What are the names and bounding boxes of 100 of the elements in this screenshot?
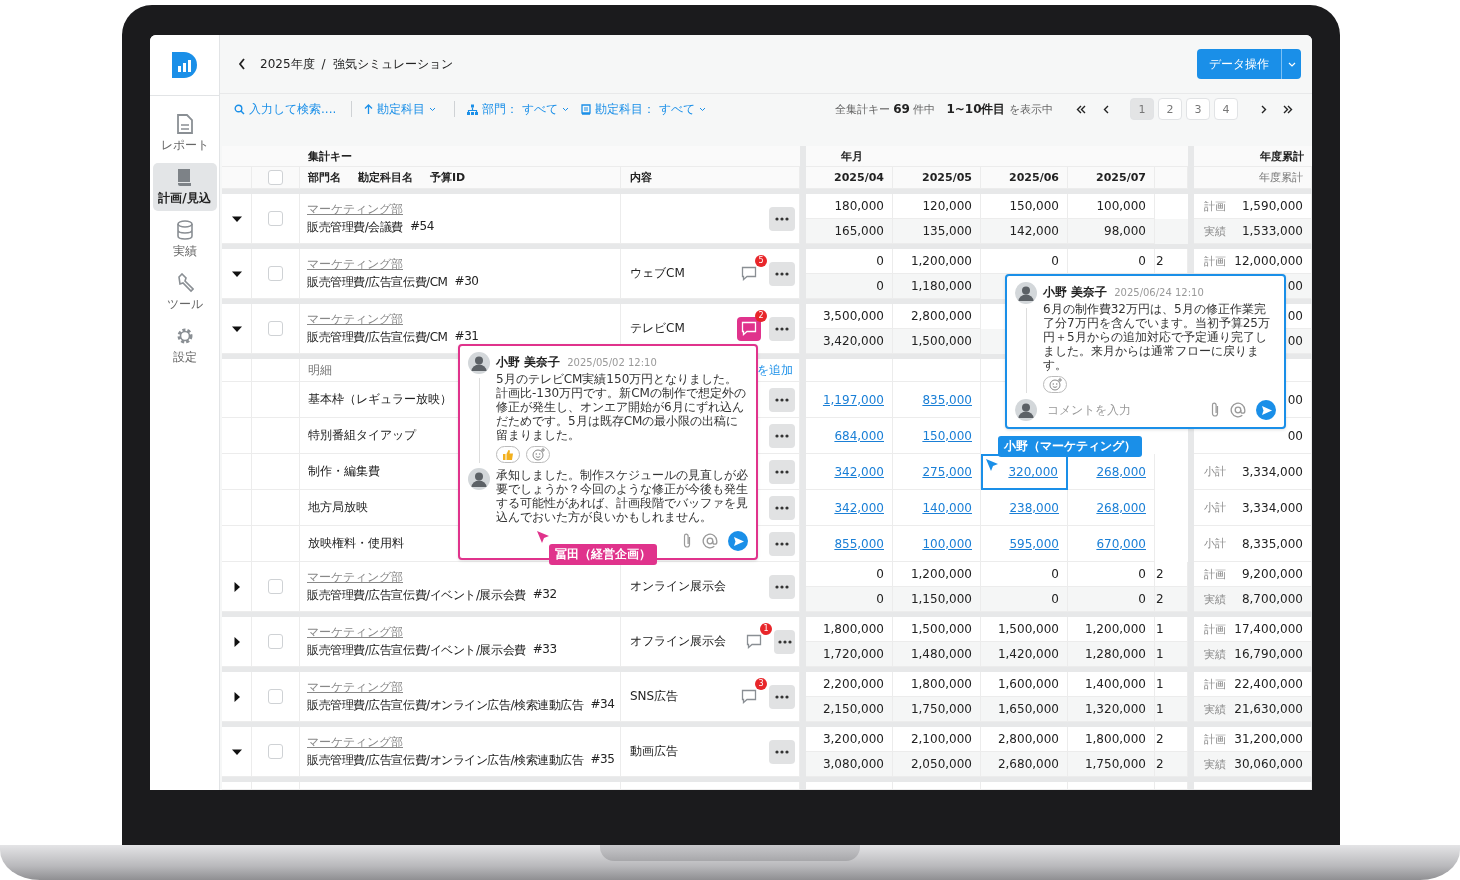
checkbox[interactable] <box>268 579 283 594</box>
department-link[interactable]: マーケティング部 <box>307 679 403 696</box>
filter-button[interactable]: 勘定科目： すべて <box>576 100 710 118</box>
sidebar-item[interactable]: レポート <box>152 110 217 158</box>
avatar-icon <box>468 468 490 490</box>
table-cell: 1,420,000 <box>981 642 1068 667</box>
department-link[interactable]: マーケティング部 <box>307 734 403 751</box>
breadcrumb-item[interactable]: 2025年度 <box>260 55 315 73</box>
total-amount: 00 <box>1287 428 1303 443</box>
more-icon <box>775 433 789 438</box>
column-header: 勘定科目名 <box>358 170 413 185</box>
avatar-icon <box>1015 282 1037 304</box>
row-type-label: 実績 <box>1204 591 1226 607</box>
checkbox[interactable] <box>268 211 283 226</box>
sidebar-item[interactable]: 設定 <box>152 322 217 370</box>
checkbox[interactable] <box>268 744 283 759</box>
sidebar-item[interactable]: 計画/見込 <box>152 163 217 211</box>
table-cell: 1,500,000 <box>981 617 1068 642</box>
table-cell: 2,680,000 <box>981 752 1068 777</box>
column-header: 2025/05 <box>922 171 972 184</box>
chevron-right-icon <box>1261 104 1267 114</box>
total-amount: 9,200,000 <box>1241 567 1303 581</box>
checkbox[interactable] <box>268 634 283 649</box>
count-badge: 3 <box>755 677 767 690</box>
department-link[interactable]: マーケティング部 <box>307 624 403 641</box>
budget-id: #34 <box>590 697 615 713</box>
table-cell: 0 <box>806 249 893 274</box>
row-type-label: 小計 <box>1204 500 1226 515</box>
cursor-icon <box>536 530 550 544</box>
table-cell: 0 <box>806 274 893 299</box>
sidebar-item[interactable]: ツール <box>152 269 217 317</box>
mention-icon[interactable] <box>702 533 718 549</box>
table-cell: 1,150,000 <box>893 587 981 612</box>
filter-button[interactable]: 部門： すべて <box>463 100 573 118</box>
table-cell: 1,500,000 <box>893 617 981 642</box>
sidebar-item[interactable]: 実績 <box>152 216 217 264</box>
count-badge: 5 <box>755 254 767 267</box>
author-name: 小野 美奈子 <box>1043 283 1108 301</box>
total-amount: 00 <box>1287 392 1303 407</box>
detail-name: 放映権料・使用料 <box>308 535 404 552</box>
sort-button[interactable]: 勘定科目 <box>360 100 440 118</box>
comment-text: 6月の制作費32万円は、5月の修正作業完了分7万円を含んでいます。当初予算25万円＋5月からの追加対応で予定通り完了しました。来月からは通常フローに戻ります。 <box>1043 302 1271 372</box>
page-button[interactable]: 3 <box>1186 98 1210 121</box>
dropdown-button[interactable] <box>1281 49 1301 80</box>
department-link[interactable]: マーケティング部 <box>307 311 403 328</box>
send-button[interactable] <box>728 531 748 551</box>
checkbox[interactable] <box>268 689 283 704</box>
table-cell: 0 <box>1068 587 1155 612</box>
thumbs-up-reaction[interactable] <box>496 446 520 463</box>
table-cell: 1,650,000 <box>981 697 1068 722</box>
send-icon <box>734 536 744 546</box>
table-cell: 1,600,000 <box>981 672 1068 697</box>
data-operation-button[interactable]: データ操作 <box>1197 49 1281 80</box>
search-field[interactable]: 入力して検索.... <box>234 102 341 117</box>
avatar-icon <box>1015 399 1037 421</box>
more-icon <box>775 694 789 699</box>
budget-id: #31 <box>454 329 479 345</box>
table-cell: 1,720,000 <box>806 642 893 667</box>
budget-id: #32 <box>532 587 557 603</box>
department-link[interactable]: マーケティング部 <box>307 201 403 218</box>
add-reaction-button[interactable] <box>1043 376 1067 393</box>
department-link[interactable]: マーケティング部 <box>307 256 403 273</box>
table-cell: 1,320,000 <box>1068 697 1155 722</box>
column-header: 予算ID <box>430 170 466 185</box>
table-cell: 150,000 <box>981 194 1068 219</box>
page-button[interactable]: 2 <box>1158 98 1182 121</box>
checkbox[interactable] <box>268 266 283 281</box>
send-button[interactable] <box>1256 400 1276 420</box>
table-cell: 0 <box>1068 562 1155 587</box>
comment-time: 2025/05/02 12:10 <box>567 356 657 368</box>
add-reaction-button[interactable] <box>526 446 550 463</box>
checkbox[interactable] <box>268 170 283 185</box>
page-button[interactable]: 1 <box>1130 98 1154 121</box>
attachment-icon[interactable] <box>1210 402 1220 418</box>
more-icon <box>775 749 789 754</box>
wrench-icon <box>175 273 194 293</box>
attachment-icon[interactable] <box>682 533 692 549</box>
table-cell: 142,000 <box>981 219 1068 244</box>
page-button[interactable]: 4 <box>1214 98 1238 121</box>
budget-id: #54 <box>410 219 434 235</box>
total-amount: 12,000,000 <box>1234 254 1303 268</box>
department-link[interactable]: マーケティング部 <box>307 569 403 586</box>
total-amount: 3,334,000 <box>1241 500 1303 515</box>
row-type-label: 小計 <box>1204 464 1226 479</box>
breadcrumb-item[interactable]: 強気シミュレーション <box>332 55 453 73</box>
chevron-left-icon <box>238 58 246 71</box>
comment-button[interactable] <box>737 316 761 341</box>
total-amount: 17,400,000 <box>1234 622 1303 636</box>
more-icon <box>775 541 789 546</box>
user-tag: 小野（マーケティング） <box>998 436 1142 457</box>
send-icon <box>1262 405 1272 415</box>
table-cell: 1,200,000 <box>893 562 981 587</box>
account-name: 販売管理費/広告宣伝費/CM <box>307 274 448 291</box>
row-type-label: 計画 <box>1204 731 1226 747</box>
caret-icon <box>429 106 436 112</box>
add-link[interactable]: を追加 <box>757 361 793 379</box>
detail-name: 制作・編集費 <box>308 463 380 480</box>
mention-icon[interactable] <box>1230 402 1246 418</box>
more-button[interactable] <box>774 629 795 654</box>
checkbox[interactable] <box>268 321 283 336</box>
